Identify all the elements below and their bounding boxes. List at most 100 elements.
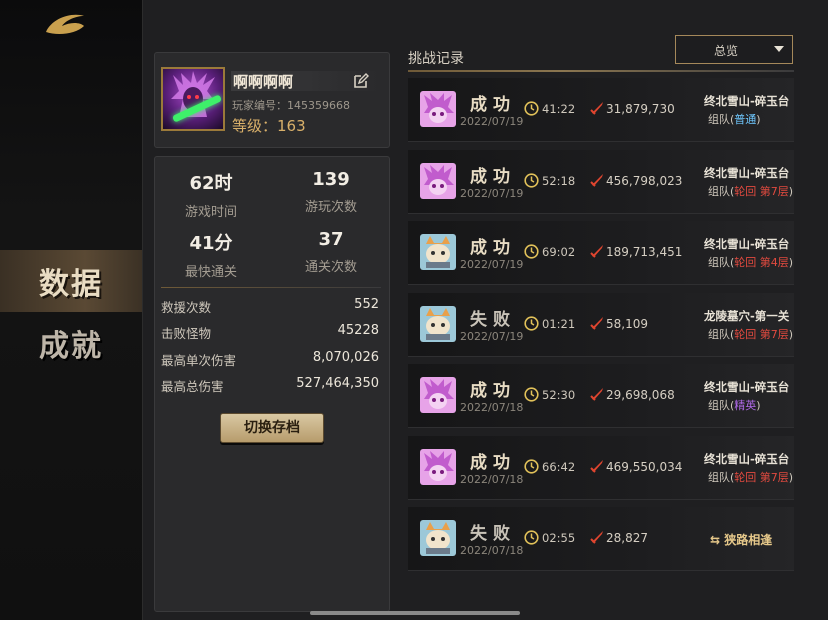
record-row[interactable]: 失败 2022/07/19 01:21 58,109 龙陵墓穴-第一关 组队(轮回 第7层… <box>408 292 794 357</box>
switch-save-button[interactable]: 切换存档 <box>220 413 324 443</box>
team-mode: 组队(轮回 第4层) <box>708 254 794 270</box>
clear-time: 41:22 <box>542 102 576 116</box>
mode-prefix: 组队( <box>708 399 735 412</box>
character-portrait-icon <box>420 377 456 413</box>
record-date: 2022/07/18 <box>460 544 524 557</box>
team-mode: 组队(普通) <box>708 111 794 127</box>
clear-time: 01:21 <box>542 316 576 331</box>
player-id: 玩家编号：145359668 <box>232 99 350 112</box>
stat-row-label: 救援次数 <box>161 300 212 315</box>
record-date: 2022/07/19 <box>460 186 524 200</box>
result-text: 成功 <box>470 452 516 473</box>
player-level: 等级：163 <box>232 117 306 135</box>
record-row[interactable]: 失败 2022/07/18 02:55 28,827 ⇆ 狭路相逢 <box>408 507 794 571</box>
mode-suffix: ) <box>756 399 761 412</box>
stats-panel: 62时 游戏时间 139 游玩次数 41分 最快通关 37 通关次数 救援次数 … <box>154 156 390 612</box>
avatar[interactable] <box>161 67 225 131</box>
stage-name: 终北雪山-碎玉台 <box>704 94 790 108</box>
team-mode: 组队(轮回 第7层) <box>708 469 794 485</box>
character-portrait-icon <box>420 234 456 270</box>
clear-time: 69:02 <box>542 245 576 259</box>
record-date: 2022/07/19 <box>460 115 524 128</box>
record-date: 2022/07/19 <box>460 258 524 271</box>
sword-damage-icon <box>590 316 603 330</box>
damage-value: 58,109 <box>606 316 648 331</box>
mode-tag: 精英 <box>734 399 757 412</box>
stat-label: 通关次数 <box>304 260 357 275</box>
stat-value: 139 <box>312 169 350 190</box>
mode-suffix: ) <box>788 256 794 269</box>
record-date: 2022/07/19 <box>460 329 524 343</box>
stage-name: 终北雪山-碎玉台 <box>704 380 790 394</box>
stat-row-label: 击败怪物 <box>161 326 212 341</box>
stat-row-label: 最高总伤害 <box>161 379 224 394</box>
result-text: 成功 <box>470 381 516 401</box>
special-event-text: 狭路相逢 <box>724 533 773 547</box>
mode-prefix: 组队( <box>708 470 735 484</box>
stat-play-count: 139 游玩次数 <box>281 169 381 215</box>
records-list[interactable]: 成功 2022/07/19 41:22 31,879,730 终北雪山-碎玉台 组队(普通… <box>408 78 794 598</box>
divider <box>161 287 381 288</box>
result-text: 成功 <box>470 95 516 115</box>
record-date: 2022/07/18 <box>460 472 524 486</box>
dropdown-selected: 总览 <box>713 44 738 58</box>
damage-value: 31,879,730 <box>606 102 675 116</box>
sidebar-item-data[interactable]: 数据 <box>0 250 142 312</box>
damage-value: 28,827 <box>606 531 648 545</box>
profile-card: 啊啊啊啊 玩家编号：145359668 等级：163 <box>154 52 390 148</box>
stage-name: 终北雪山-碎玉台 <box>704 237 790 251</box>
record-row[interactable]: 成功 2022/07/18 52:30 29,698,068 终北雪山-碎玉台 组队(精英… <box>408 364 794 428</box>
stat-label: 游玩次数 <box>304 200 357 215</box>
result-text: 失败 <box>470 524 516 544</box>
mode-suffix: ) <box>788 327 794 341</box>
sword-damage-icon <box>590 531 603 544</box>
mode-suffix: ) <box>788 184 794 198</box>
character-portrait-icon <box>420 448 456 485</box>
stat-row-label: 最高单次伤害 <box>161 353 237 368</box>
player-name: 啊啊啊啊 <box>233 73 294 91</box>
stat-row-value: 552 <box>354 297 379 312</box>
records-title-underline <box>408 70 794 72</box>
team-mode: 组队(轮回 第7层) <box>708 326 794 342</box>
mode-tag: 轮回 第4层 <box>734 256 789 269</box>
stat-fastest-clear: 41分 最快通关 <box>161 229 261 280</box>
record-row[interactable]: 成功 2022/07/19 52:18 456,798,023 终北雪山-碎玉台组队(轮… <box>408 149 794 214</box>
sword-damage-icon <box>590 459 603 473</box>
stage-name: 龙陵墓穴-第一关 <box>704 308 790 323</box>
record-row[interactable]: 成功 2022/07/19 69:02 189,713,451 终北雪山-碎玉台 组队(轮… <box>408 221 794 285</box>
mode-prefix: 组队( <box>708 184 735 198</box>
clear-time: 02:55 <box>542 531 576 545</box>
sword-damage-icon <box>590 388 603 401</box>
clock-icon <box>524 101 539 116</box>
chevron-down-icon <box>774 46 784 52</box>
stat-value: 41分 <box>189 233 233 254</box>
mode-tag: 普通 <box>734 113 757 126</box>
mode-prefix: 组队( <box>708 327 735 341</box>
character-portrait-icon <box>420 520 456 556</box>
records-title: 挑战记录 <box>408 51 464 67</box>
stat-row-value: 45228 <box>337 323 379 338</box>
team-mode: 组队(精英) <box>708 397 794 413</box>
sidebar-item-achievements[interactable]: 成就 <box>0 312 142 374</box>
stat-label: 最快通关 <box>184 265 237 280</box>
edit-icon[interactable] <box>353 73 369 89</box>
damage-value: 469,550,034 <box>606 459 683 474</box>
clear-time: 52:18 <box>542 173 576 188</box>
stat-label: 游戏时间 <box>184 205 237 220</box>
result-text: 成功 <box>470 166 516 187</box>
mode-tag: 轮回 第7层 <box>734 327 789 341</box>
records-filter-dropdown[interactable]: 总览 <box>675 35 793 64</box>
stage-name: 终北雪山-碎玉台 <box>704 165 790 180</box>
game-logo-icon <box>46 14 84 34</box>
damage-value: 456,798,023 <box>606 173 683 188</box>
scroll-indicator[interactable] <box>310 611 520 615</box>
character-portrait-icon <box>420 162 456 199</box>
record-row[interactable]: 成功 2022/07/19 41:22 31,879,730 终北雪山-碎玉台组队(普通… <box>408 78 794 142</box>
stat-row-value: 527,464,350 <box>296 376 379 391</box>
clear-time: 66:42 <box>542 459 576 474</box>
record-row[interactable]: 成功 2022/07/18 66:42 469,550,034 终北雪山-碎玉台 组队(轮… <box>408 435 794 500</box>
result-text: 成功 <box>470 238 516 258</box>
team-mode: 组队(轮回 第7层) <box>708 183 794 199</box>
clock-icon <box>524 387 539 402</box>
mode-tag: 轮回 第7层 <box>734 184 789 198</box>
